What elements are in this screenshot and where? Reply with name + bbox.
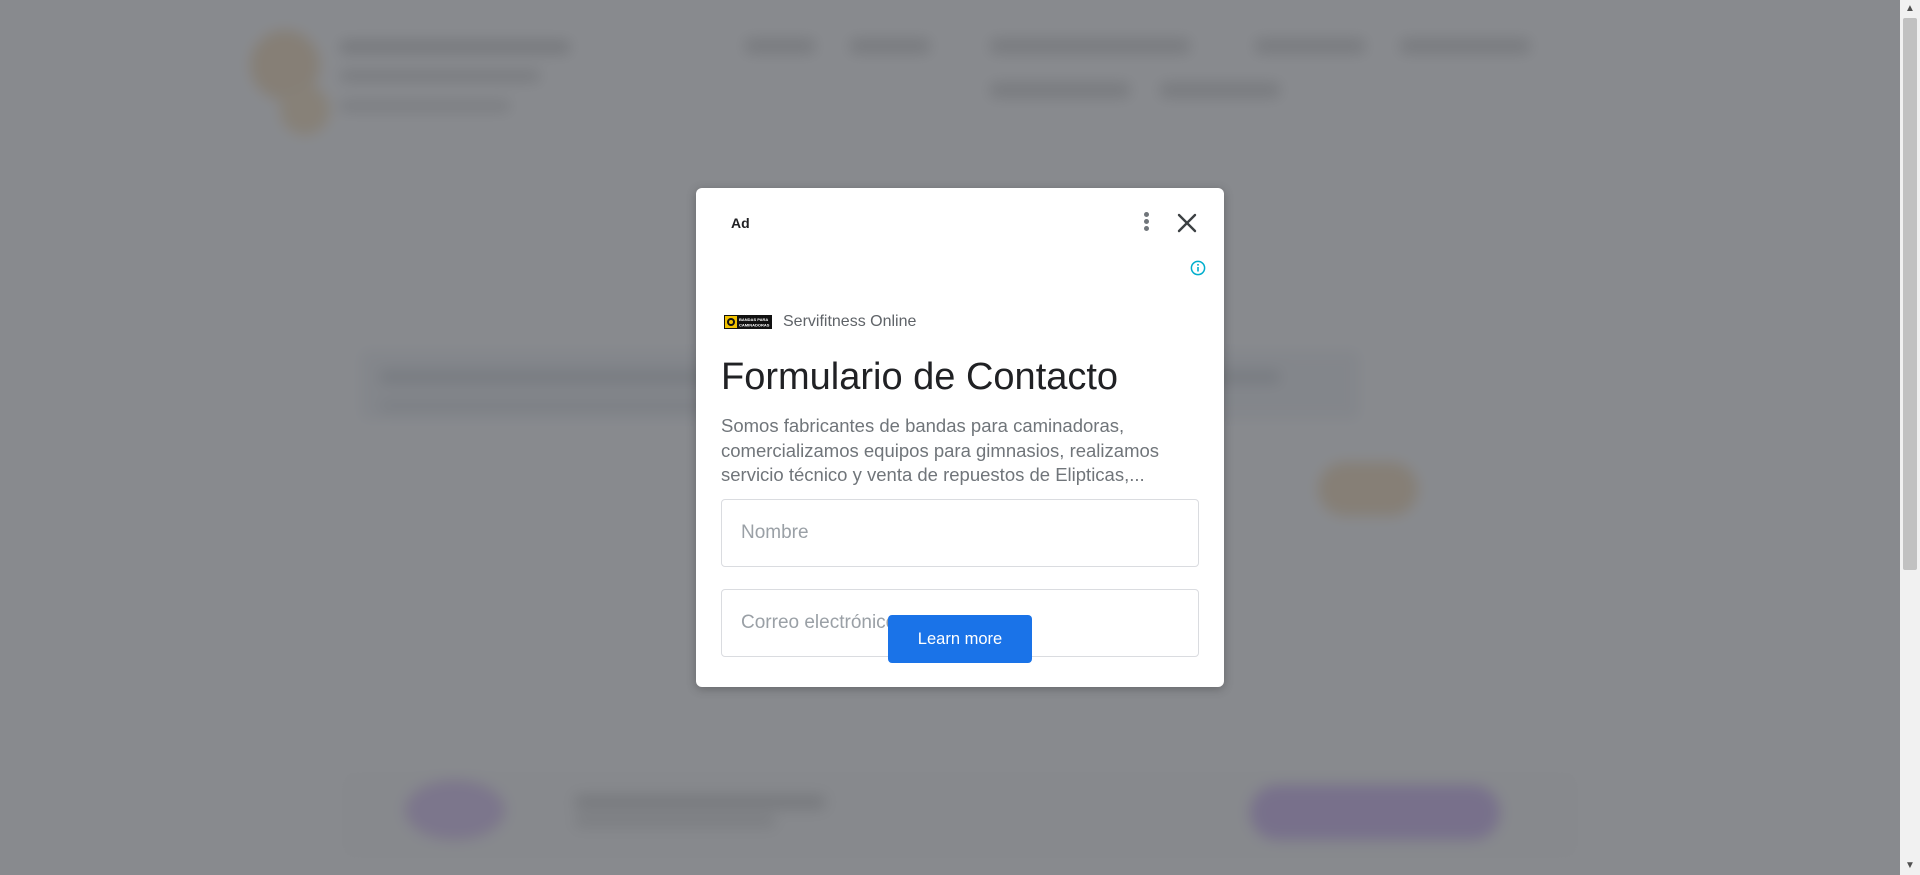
ad-headline[interactable]: Formulario de Contacto xyxy=(721,356,1118,399)
close-icon[interactable] xyxy=(1174,210,1200,236)
svg-text:CAMINADORAS: CAMINADORAS xyxy=(739,323,770,328)
scrollbar-thumb[interactable] xyxy=(1903,18,1917,570)
ad-description[interactable]: Somos fabricantes de bandas para caminad… xyxy=(721,414,1191,488)
svg-text:BANDAS PARA: BANDAS PARA xyxy=(739,317,768,322)
learn-more-button[interactable]: Learn more xyxy=(888,615,1032,663)
ad-label: Ad xyxy=(731,215,750,231)
advertiser-name[interactable]: Servifitness Online xyxy=(783,313,916,331)
more-vert-icon[interactable] xyxy=(1136,210,1156,236)
vertical-scrollbar[interactable]: ▲ ▼ xyxy=(1900,0,1920,875)
chevron-up-icon[interactable]: ▲ xyxy=(1900,0,1920,18)
interstitial-ad-dialog: Ad BANDAS PARA CAMINADORAS Servifitness … xyxy=(696,188,1224,687)
advertiser-logo[interactable]: BANDAS PARA CAMINADORAS xyxy=(724,314,772,330)
info-icon[interactable] xyxy=(1190,260,1206,276)
name-field[interactable]: Nombre xyxy=(721,499,1199,567)
chevron-down-icon[interactable]: ▼ xyxy=(1900,857,1920,875)
advertiser-row[interactable]: BANDAS PARA CAMINADORAS Servifitness Onl… xyxy=(724,310,916,334)
